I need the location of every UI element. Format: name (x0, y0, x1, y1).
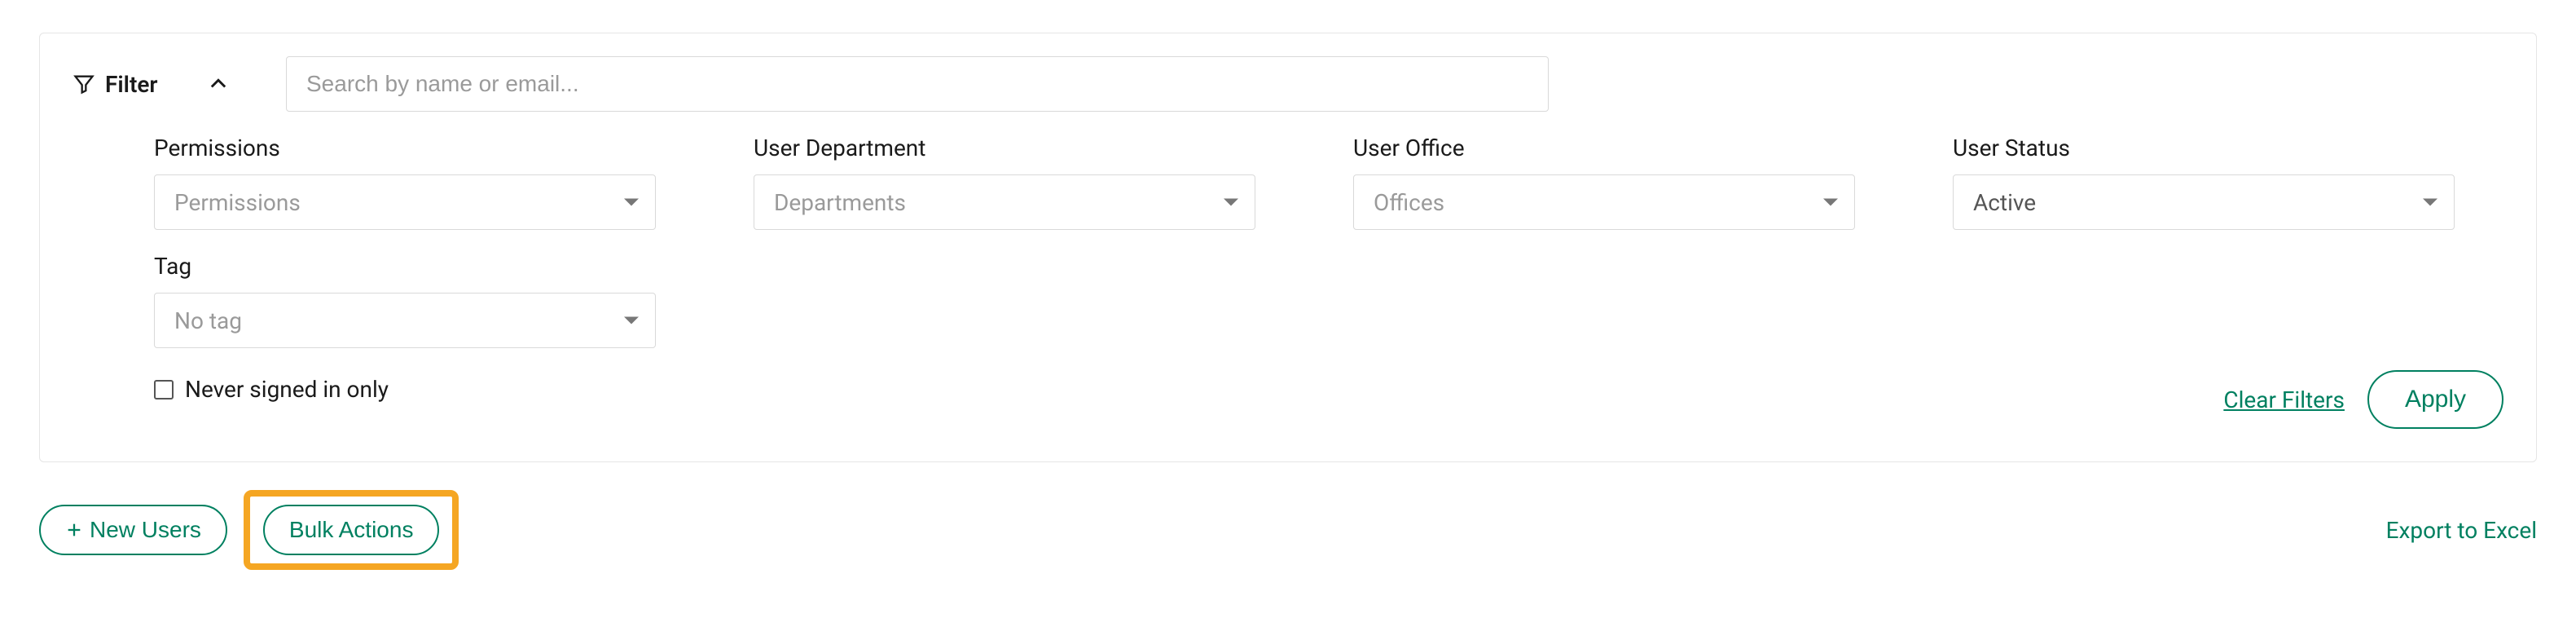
office-select[interactable]: Offices (1353, 174, 1855, 230)
new-users-button[interactable]: New Users (39, 505, 227, 555)
caret-down-icon (1224, 199, 1238, 206)
filter-toggle-label: Filter (105, 71, 158, 98)
permissions-label: Permissions (154, 135, 656, 161)
office-value: Offices (1374, 189, 1444, 216)
caret-down-icon (624, 199, 639, 206)
permissions-select[interactable]: Permissions (154, 174, 656, 230)
filter-actions: Clear Filters Apply (73, 370, 2503, 429)
filter-field-department: User Department Departments (754, 135, 1255, 230)
toolbar: New Users Bulk Actions Export to Excel (39, 490, 2537, 570)
filter-field-permissions: Permissions Permissions (154, 135, 656, 230)
office-label: User Office (1353, 135, 1855, 161)
bulk-actions-button[interactable]: Bulk Actions (263, 505, 440, 555)
export-to-excel-link[interactable]: Export to Excel (2386, 517, 2537, 544)
tag-value: No tag (174, 307, 242, 334)
filter-field-tag: Tag No tag (154, 253, 656, 348)
department-label: User Department (754, 135, 1255, 161)
apply-button[interactable]: Apply (2367, 370, 2503, 429)
filter-toggle[interactable]: Filter (73, 71, 260, 98)
never-signed-in-checkbox[interactable] (154, 380, 174, 399)
status-value: Active (1973, 189, 2036, 216)
department-value: Departments (774, 189, 906, 216)
status-label: User Status (1953, 135, 2455, 161)
filter-panel: Filter Permissions Permissions User Depa… (39, 33, 2537, 462)
tag-label: Tag (154, 253, 656, 280)
never-signed-in-label: Never signed in only (185, 376, 389, 403)
search-input[interactable] (286, 56, 1549, 112)
plus-icon (65, 521, 83, 539)
filter-grid: Permissions Permissions User Department … (73, 135, 2503, 371)
chevron-up-icon (207, 73, 230, 95)
tag-select[interactable]: No tag (154, 293, 656, 348)
bulk-actions-highlight: Bulk Actions (244, 490, 459, 570)
department-select[interactable]: Departments (754, 174, 1255, 230)
caret-down-icon (2423, 199, 2438, 206)
status-select[interactable]: Active (1953, 174, 2455, 230)
permissions-value: Permissions (174, 189, 301, 216)
filter-header-row: Filter (73, 56, 2503, 112)
new-users-label: New Users (90, 517, 201, 543)
caret-down-icon (1823, 199, 1838, 206)
filter-icon (73, 73, 95, 95)
clear-filters-link[interactable]: Clear Filters (2223, 386, 2345, 413)
caret-down-icon (624, 317, 639, 324)
filter-field-office: User Office Offices (1353, 135, 1855, 230)
filter-field-status: User Status Active (1953, 135, 2455, 230)
